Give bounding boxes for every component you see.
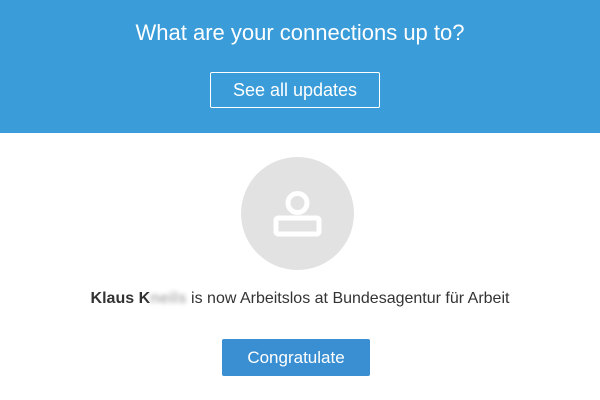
avatar[interactable] bbox=[241, 157, 354, 270]
person-icon bbox=[273, 191, 322, 237]
connections-banner: What are your connections up to? See all… bbox=[0, 0, 600, 133]
update-story: Klaus Kneils is now Arbeitslos at Bundes… bbox=[0, 289, 600, 309]
update-message: is now Arbeitslos at Bundesagentur für A… bbox=[186, 290, 510, 307]
connection-name[interactable]: Klaus Kneils bbox=[91, 290, 187, 307]
banner-title: What are your connections up to? bbox=[135, 20, 465, 45]
connection-name-visible: Klaus K bbox=[90, 290, 151, 307]
congratulate-button[interactable]: Congratulate bbox=[222, 339, 370, 376]
see-all-updates-button[interactable]: See all updates bbox=[210, 72, 380, 108]
connections-update-card: What are your connections up to? See all… bbox=[0, 0, 600, 400]
connection-name-obscured: neils bbox=[150, 290, 187, 307]
